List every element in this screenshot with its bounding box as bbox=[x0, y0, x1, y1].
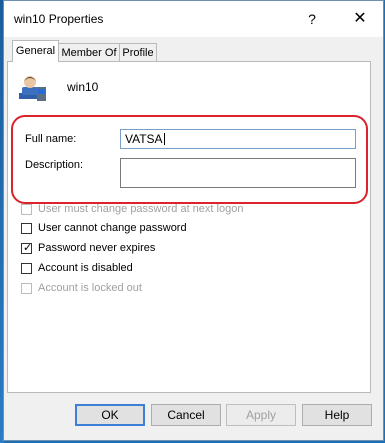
ok-button[interactable]: OK bbox=[75, 404, 145, 426]
apply-button[interactable]: Apply bbox=[226, 404, 296, 426]
annotation-highlight-oval bbox=[11, 115, 368, 204]
checkbox[interactable]: ✓ bbox=[21, 242, 33, 254]
option-label: Password never expires bbox=[38, 242, 156, 254]
option-label: Account is locked out bbox=[38, 282, 142, 294]
close-button[interactable]: ✕ bbox=[342, 7, 378, 31]
user-name: win10 bbox=[67, 80, 99, 94]
option-label: User must change password at next logon bbox=[38, 203, 244, 215]
checkbox[interactable] bbox=[21, 263, 32, 274]
user-icon bbox=[19, 76, 46, 101]
checkbox bbox=[21, 283, 32, 294]
tab-member-of[interactable]: Member Of bbox=[58, 43, 120, 61]
checkbox bbox=[21, 204, 32, 215]
help-button[interactable]: Help bbox=[302, 404, 372, 426]
title-bar: win10 Properties ? ✕ bbox=[4, 1, 383, 37]
tab-profile[interactable]: Profile bbox=[119, 43, 157, 61]
checkbox[interactable] bbox=[21, 223, 32, 234]
window-title: win10 Properties bbox=[14, 12, 104, 26]
option-label: Account is disabled bbox=[38, 262, 133, 274]
checkmark-icon: ✓ bbox=[23, 242, 33, 254]
tab-general[interactable]: General bbox=[12, 40, 59, 62]
help-title-button[interactable]: ? bbox=[297, 7, 327, 31]
option-label: User cannot change password bbox=[38, 222, 187, 234]
cancel-button[interactable]: Cancel bbox=[151, 404, 221, 426]
